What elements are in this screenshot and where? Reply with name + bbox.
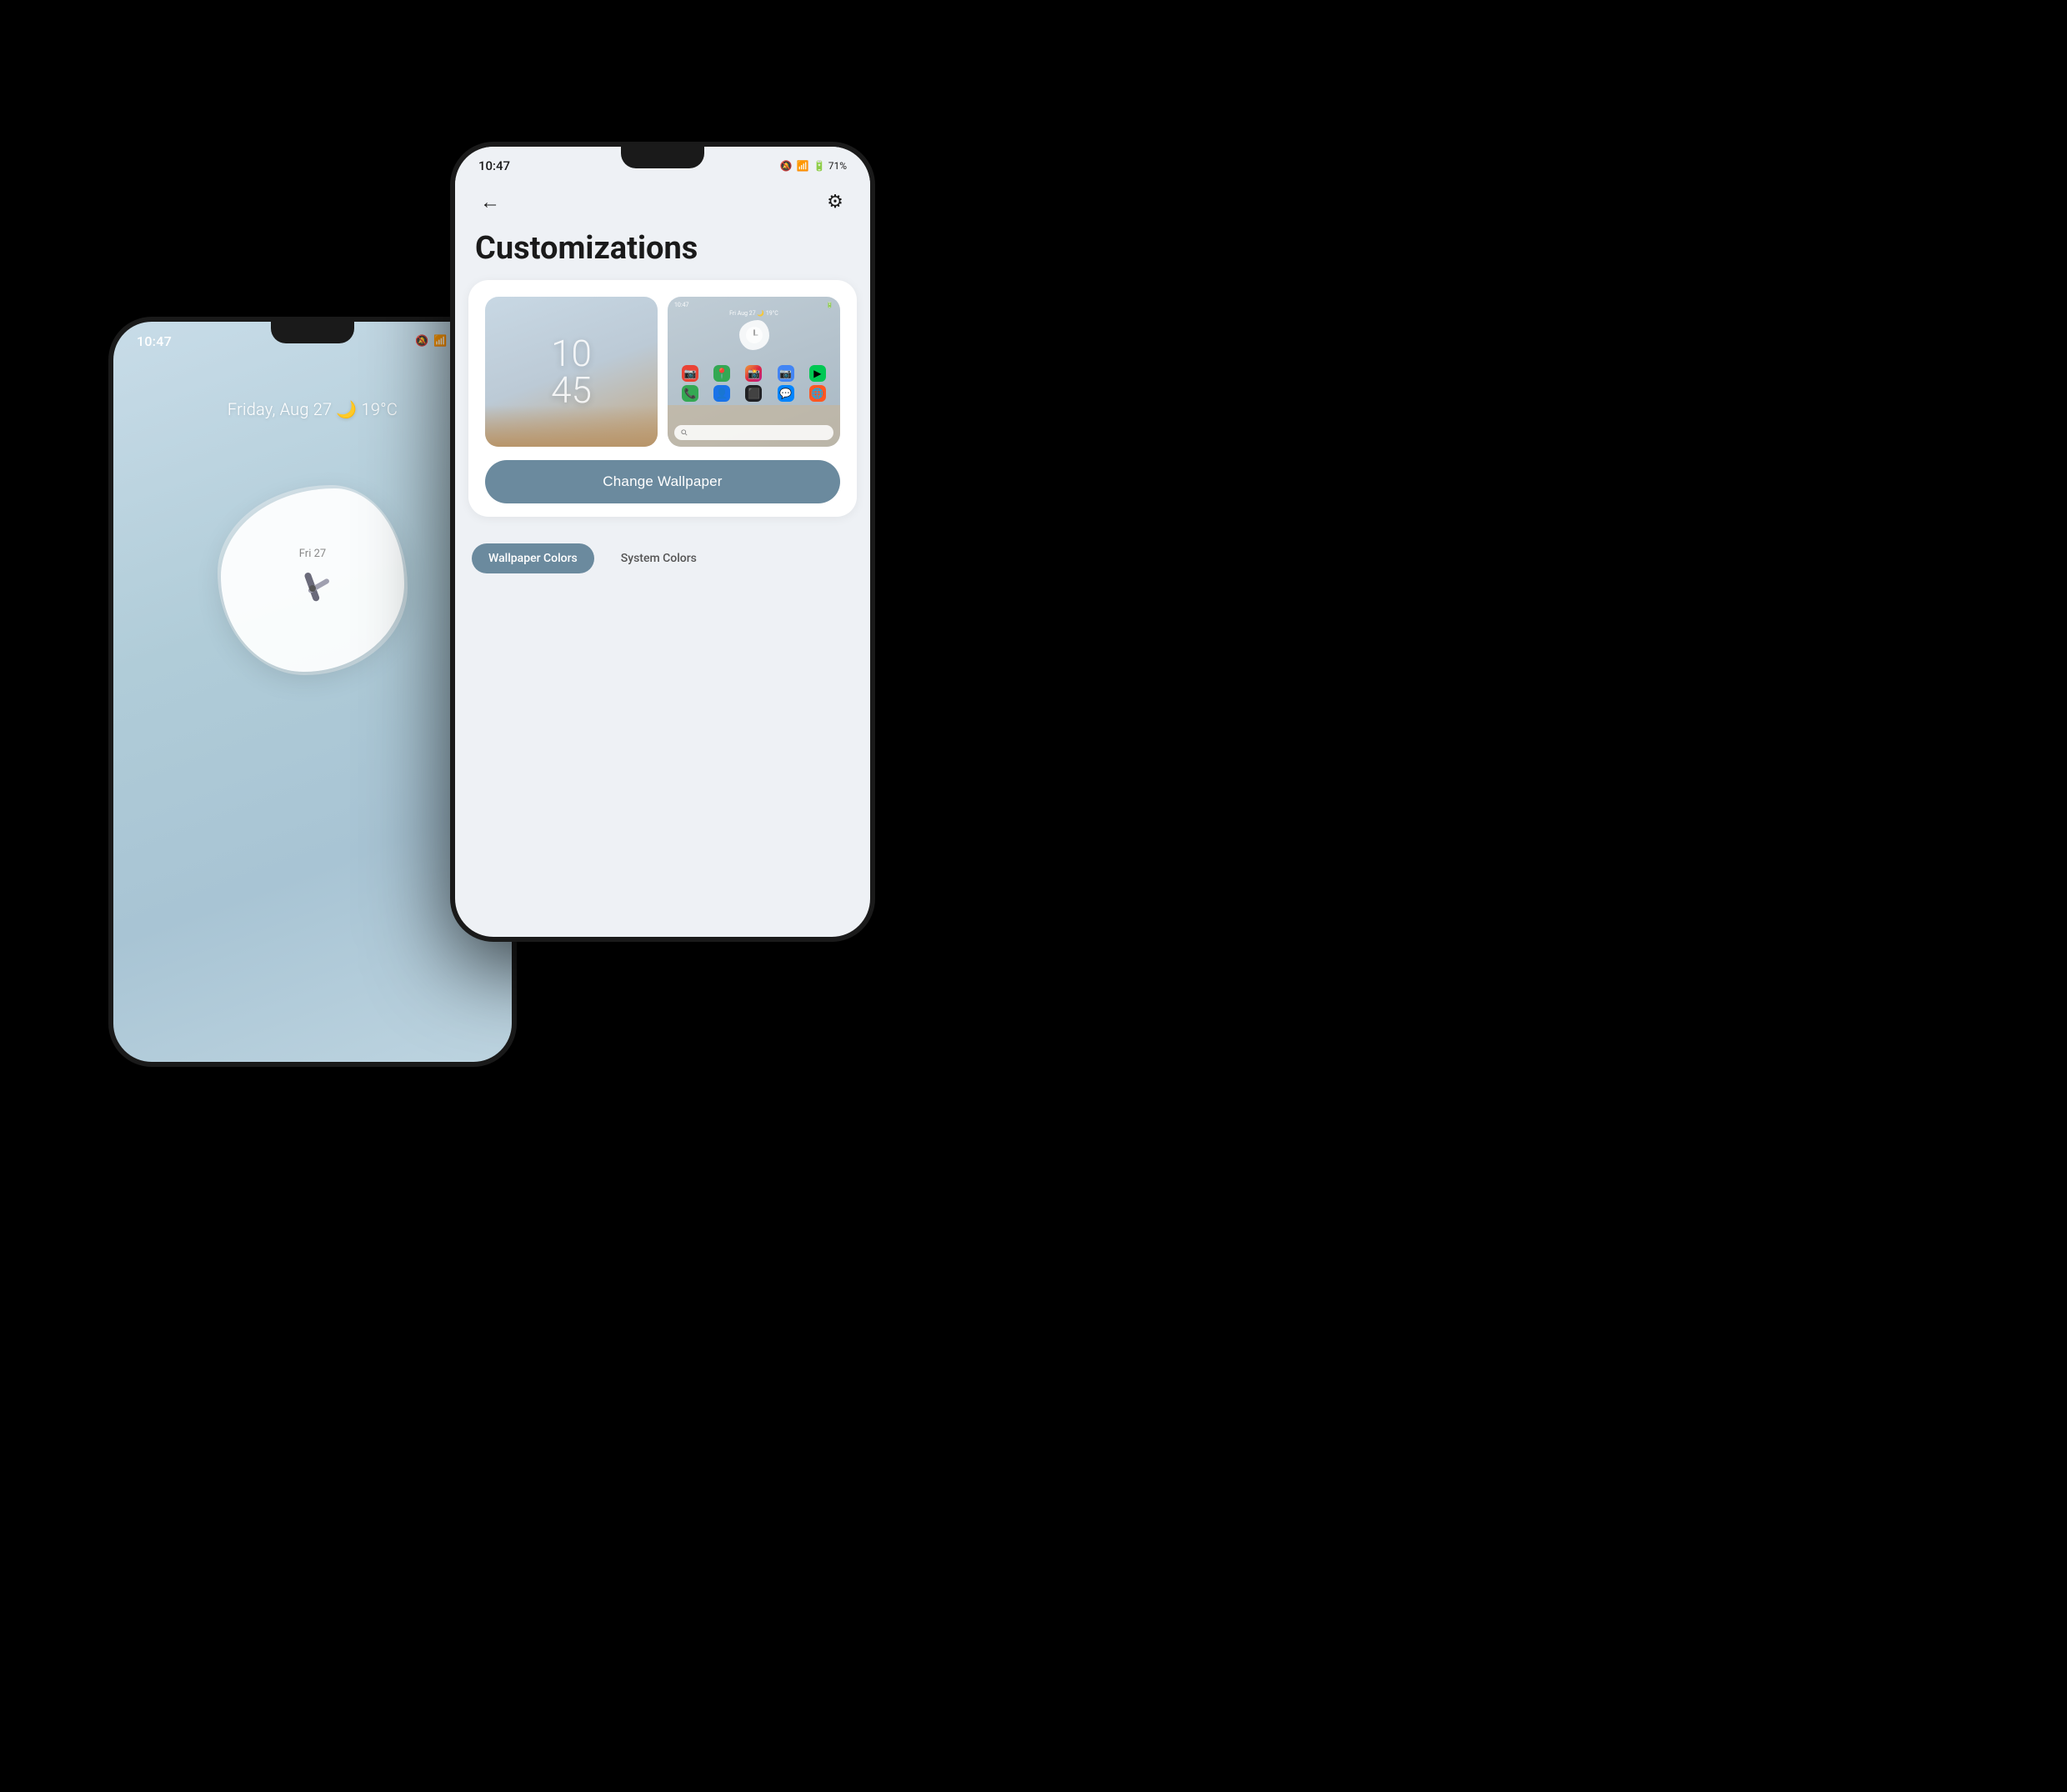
home-search-bar[interactable] [674, 425, 833, 440]
contacts-app-icon[interactable]: 👤 [713, 385, 730, 402]
home-screen-preview[interactable]: 10:47 🔋 Fri Aug 27 🌙 19°C 📷 [668, 297, 840, 447]
right-status-time: 10:47 [478, 158, 510, 173]
tab-system-colors[interactable]: System Colors [604, 543, 713, 573]
dark-app-icon[interactable]: ⬛ [745, 385, 762, 402]
back-button[interactable]: ← [475, 187, 505, 217]
home-icons: 🔋 [826, 302, 833, 308]
gcam-app-icon[interactable]: 📷 [778, 365, 794, 382]
clock-blob: Fri 27 [221, 488, 404, 672]
lock-preview-gradient [485, 405, 658, 447]
mute-icon: 🔕 [415, 335, 428, 348]
phone-app-icon[interactable]: 📞 [682, 385, 698, 402]
wallpaper-previews: 1045 10:47 🔋 Fri Aug 27 🌙 19°C [485, 297, 840, 447]
settings-button[interactable]: ⚙ [820, 187, 850, 217]
right-status-icons: 🔕 📶 🔋 71% [780, 160, 847, 172]
chrome-app-icon[interactable]: 🌐 [809, 385, 826, 402]
play-app-icon[interactable]: ▶ [809, 365, 826, 382]
phone-right-screen: 10:47 🔕 📶 🔋 71% ← ⚙ Customizations 1045 [455, 147, 870, 937]
icon-row-1: 📷 📍 📸 📷 ▶ [674, 365, 833, 382]
home-clock-widget [739, 320, 769, 350]
phone-right: 10:47 🔕 📶 🔋 71% ← ⚙ Customizations 1045 [450, 142, 875, 942]
left-status-time: 10:47 [137, 333, 172, 349]
maps-app-icon[interactable]: 📍 [713, 365, 730, 382]
instagram-app-icon[interactable]: 📸 [745, 365, 762, 382]
messenger-app-icon[interactable]: 💬 [778, 385, 794, 402]
right-wifi-icon: 📶 [797, 160, 809, 172]
home-app-icons: 📷 📍 📸 📷 ▶ 📞 👤 ⬛ 💬 🌐 [668, 365, 840, 405]
notch-right [621, 147, 704, 168]
right-mute-icon: 🔕 [780, 160, 793, 172]
notch-left [271, 322, 354, 343]
right-battery-icon: 🔋 71% [813, 160, 847, 172]
lock-clock-display: 1045 [551, 335, 592, 408]
clock-date-label: Fri 27 [299, 548, 326, 560]
change-wallpaper-button[interactable]: Change Wallpaper [485, 460, 840, 503]
right-toolbar: ← ⚙ [455, 173, 870, 223]
home-status-bar: 10:47 🔋 [668, 297, 840, 308]
home-weather: Fri Aug 27 🌙 19°C [668, 310, 840, 317]
bottom-tabs: Wallpaper Colors System Colors [455, 530, 870, 573]
search-icon [681, 429, 688, 436]
home-time: 10:47 [674, 302, 688, 308]
clock-widget: Fri 27 [221, 488, 404, 672]
page-title: Customizations [455, 223, 870, 280]
icon-row-2: 📞 👤 ⬛ 💬 🌐 [674, 385, 833, 402]
customization-card: 1045 10:47 🔋 Fri Aug 27 🌙 19°C [468, 280, 857, 517]
clock-hand-container [279, 563, 346, 613]
clock-hand-svg [279, 563, 346, 613]
lock-screen-preview[interactable]: 1045 [485, 297, 658, 447]
camera-app-icon[interactable]: 📷 [682, 365, 698, 382]
tab-wallpaper-colors[interactable]: Wallpaper Colors [472, 543, 594, 573]
wifi-icon: 📶 [433, 335, 447, 348]
